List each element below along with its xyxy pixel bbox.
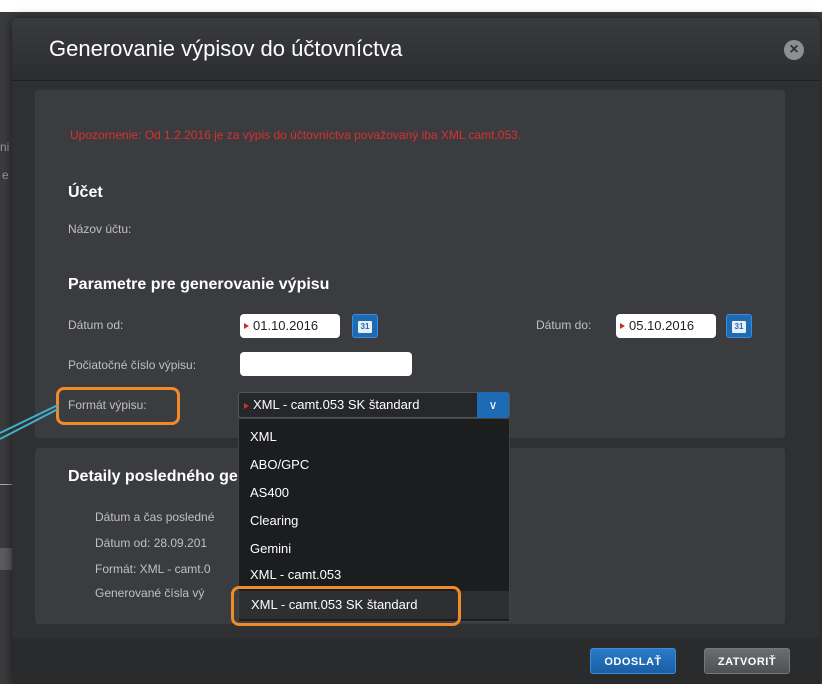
modal-footer bbox=[12, 638, 820, 684]
date-from-input[interactable]: 01.10.2016 bbox=[240, 314, 340, 338]
format-select[interactable]: XML - camt.053 SK štandard ∨ bbox=[238, 392, 510, 418]
details-format: Formát: XML - camt.0 bbox=[95, 562, 211, 576]
selected-option-highlight bbox=[231, 586, 461, 626]
format-option-clearing[interactable]: Clearing bbox=[250, 513, 298, 528]
date-from-label: Dátum od: bbox=[68, 318, 124, 332]
format-option-xml[interactable]: XML bbox=[250, 429, 277, 444]
close-button[interactable]: ZATVORIŤ bbox=[704, 648, 790, 674]
format-option-as400[interactable]: AS400 bbox=[250, 485, 289, 500]
params-heading: Parametre pre generovanie výpisu bbox=[68, 276, 330, 293]
callout-line bbox=[0, 404, 59, 434]
format-label-highlight bbox=[56, 387, 180, 425]
parameters-panel bbox=[35, 90, 785, 438]
start-number-label: Počiatočné číslo výpisu: bbox=[68, 358, 197, 372]
callout-pointer-lines bbox=[0, 404, 59, 440]
details-date-from: Dátum od: 28.09.201 bbox=[95, 536, 208, 550]
format-option-gemini[interactable]: Gemini bbox=[250, 541, 291, 556]
account-name-label: Názov účtu: bbox=[68, 222, 132, 236]
date-to-input[interactable]: 05.10.2016 bbox=[616, 314, 716, 338]
backdrop-fragment: ni bbox=[0, 140, 10, 154]
calendar-to-icon[interactable]: 31 bbox=[726, 314, 752, 338]
details-heading: Detaily posledného ge bbox=[68, 468, 238, 485]
callout-line bbox=[0, 408, 59, 440]
format-option-abo-gpc[interactable]: ABO/GPC bbox=[250, 457, 309, 472]
format-option-camt053[interactable]: XML - camt.053 bbox=[250, 567, 341, 582]
details-last-datetime: Dátum a čas posledné bbox=[95, 510, 215, 524]
modal-title: Generovanie výpisov do účtovníctva bbox=[49, 36, 403, 61]
calendar-from-icon[interactable]: 31 bbox=[352, 314, 378, 338]
start-number-input[interactable] bbox=[240, 352, 412, 376]
send-button[interactable]: ODOSLAŤ bbox=[590, 648, 676, 674]
date-to-label: Dátum do: bbox=[536, 318, 592, 332]
close-icon[interactable]: × bbox=[784, 40, 804, 60]
format-select-value: XML - camt.053 SK štandard bbox=[253, 397, 420, 412]
chevron-down-icon[interactable]: ∨ bbox=[477, 392, 509, 418]
details-generated-numbers: Generované čísla vý bbox=[95, 586, 205, 600]
warning-message: Upozornenie: Od 1.2.2016 je za výpis do … bbox=[70, 128, 522, 142]
account-heading: Účet bbox=[68, 184, 103, 201]
modal-header: Generovanie výpisov do účtovníctva × bbox=[12, 18, 820, 81]
